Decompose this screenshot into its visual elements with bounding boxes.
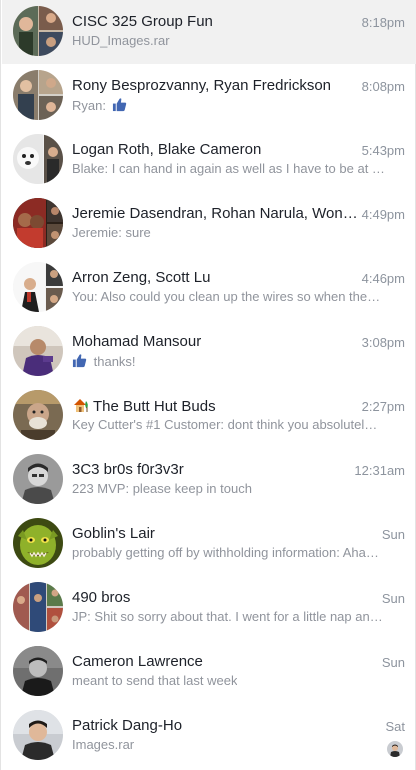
- conversation-name: 3C3 br0s f0r3v3r: [72, 461, 184, 478]
- conversation-time: Sun: [381, 655, 405, 670]
- group-avatar: [13, 134, 63, 184]
- conversation-name: 490 bros: [72, 589, 131, 606]
- conversation-snippet: probably getting off by withholding info…: [72, 545, 379, 560]
- conversation-list: CISC 325 Group Fun 8:18pm HUD_Images.rar…: [0, 0, 416, 770]
- conversation-snippet: You: Also could you clean up the wires s…: [72, 289, 381, 304]
- conversation-name: Logan Roth, Blake Cameron: [72, 141, 262, 158]
- conversation-row[interactable]: Mohamad Mansour 3:08pm thanks!: [2, 320, 416, 384]
- conversation-snippet: 223 MVP: please keep in touch: [72, 481, 252, 496]
- group-avatar: [13, 6, 63, 56]
- snippet-text: Ryan:: [72, 98, 106, 113]
- conversation-snippet: Key Cutter's #1 Customer: dont think you…: [72, 417, 378, 432]
- conversation-time: 8:18pm: [361, 15, 405, 30]
- conversation-row[interactable]: CISC 325 Group Fun 8:18pm HUD_Images.rar: [2, 0, 416, 64]
- conversation-name: Arron Zeng, Scott Lu: [72, 269, 211, 286]
- conversation-snippet: Images.rar: [72, 737, 135, 752]
- snippet-text: thanks!: [93, 354, 136, 369]
- conversation-name: Jeremie Dasendran, Rohan Narula, WonJ…: [72, 205, 362, 222]
- conversation-time: 4:46pm: [361, 271, 405, 286]
- conversation-time: 3:08pm: [361, 335, 405, 350]
- conversation-snippet: Blake: I can hand in again as well as I …: [72, 161, 385, 176]
- person-avatar: [13, 454, 63, 504]
- group-avatar: [13, 582, 63, 632]
- conversation-snippet: HUD_Images.rar: [72, 33, 170, 48]
- group-avatar: [13, 262, 63, 312]
- conversation-time: Sun: [381, 527, 405, 542]
- conversation-name: The Butt Hut Buds: [72, 397, 216, 415]
- conversation-row[interactable]: Rony Besprozvanny, Ryan Fredrickson 8:08…: [2, 64, 416, 128]
- conversation-name: Rony Besprozvanny, Ryan Fredrickson: [72, 77, 331, 94]
- conversation-name: Goblin's Lair: [72, 525, 155, 542]
- conversation-row[interactable]: 490 bros Sun JP: Shit so sorry about tha…: [2, 576, 416, 640]
- person-avatar: [13, 710, 63, 760]
- conversation-row[interactable]: Cameron Lawrence Sun meant to send that …: [2, 640, 416, 704]
- conversation-row[interactable]: The Butt Hut Buds 2:27pm Key Cutter's #1…: [2, 384, 416, 448]
- conversation-row[interactable]: Patrick Dang-Ho Sat Images.rar: [2, 704, 416, 768]
- conversation-row[interactable]: Jeremie Dasendran, Rohan Narula, WonJ… 4…: [2, 192, 416, 256]
- conversation-snippet: JP: Shit so sorry about that. I went for…: [72, 609, 383, 624]
- conversation-name-text: The Butt Hut Buds: [93, 398, 216, 415]
- conversation-name: Mohamad Mansour: [72, 333, 202, 350]
- conversation-time: 12:31am: [354, 463, 405, 478]
- person-avatar: [13, 646, 63, 696]
- person-avatar: [13, 326, 63, 376]
- conversation-time: Sun: [381, 591, 405, 606]
- conversation-snippet: meant to send that last week: [72, 673, 238, 688]
- conversation-time: 5:43pm: [361, 143, 405, 158]
- conversation-snippet: Jeremie: sure: [72, 225, 151, 240]
- conversation-time: 2:27pm: [361, 399, 405, 414]
- seen-avatar: [387, 741, 403, 757]
- conversation-row[interactable]: Logan Roth, Blake Cameron 5:43pm Blake: …: [2, 128, 416, 192]
- goblin-avatar: [13, 518, 63, 568]
- house-icon: [72, 397, 90, 413]
- conversation-time: Sat: [385, 719, 405, 734]
- thumbs-up-icon: [112, 97, 127, 115]
- conversation-row[interactable]: Goblin's Lair Sun probably getting off b…: [2, 512, 416, 576]
- conversation-snippet: Ryan:: [72, 97, 127, 115]
- group-avatar: [13, 198, 63, 248]
- conversation-time: 4:49pm: [361, 207, 405, 222]
- conversation-row[interactable]: Arron Zeng, Scott Lu 4:46pm You: Also co…: [2, 256, 416, 320]
- conversation-name: CISC 325 Group Fun: [72, 13, 213, 30]
- conversation-name: Patrick Dang-Ho: [72, 717, 183, 734]
- thumbs-up-icon: [72, 353, 87, 371]
- conversation-name: Cameron Lawrence: [72, 653, 203, 670]
- group-avatar: [13, 390, 63, 440]
- conversation-row[interactable]: 3C3 br0s f0r3v3r 12:31am 223 MVP: please…: [2, 448, 416, 512]
- conversation-time: 8:08pm: [361, 79, 405, 94]
- group-avatar: [13, 70, 63, 120]
- conversation-snippet: thanks!: [72, 353, 136, 371]
